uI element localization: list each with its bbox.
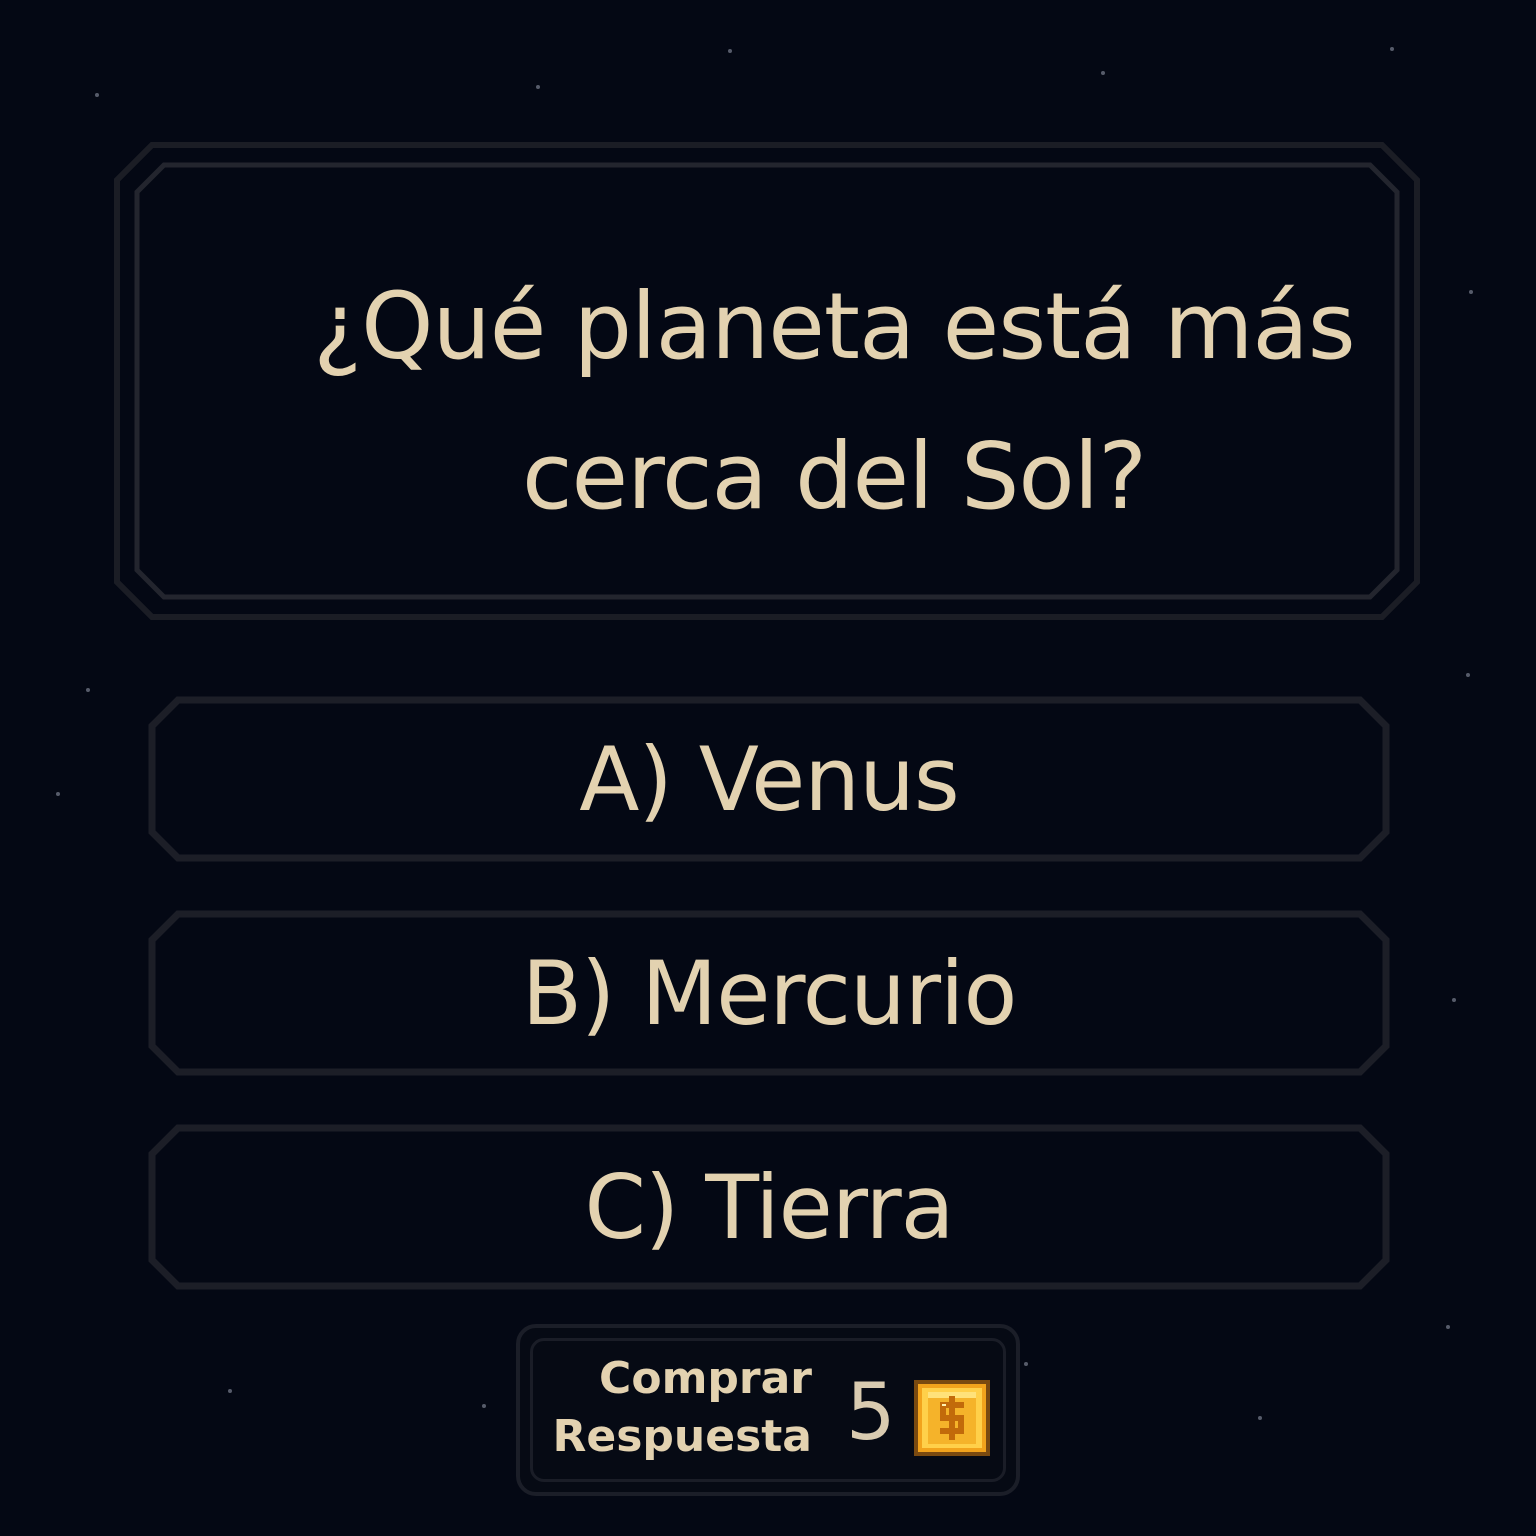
game-screen: ¿Qué planeta está más cerca del Sol? A) … (0, 0, 1536, 1536)
answer-option-a[interactable]: A) Venus (148, 696, 1390, 862)
star (1452, 998, 1456, 1002)
star (228, 1389, 232, 1393)
answer-label: C) Tierra (584, 1155, 954, 1259)
question-text: ¿Qué planeta está más cerca del Sol? (313, 273, 1356, 530)
answer-option-b[interactable]: B) Mercurio (148, 910, 1390, 1076)
question-panel: ¿Qué planeta está más cerca del Sol? (114, 142, 1420, 620)
star (728, 49, 732, 53)
buy-answer-label-line1: Comprar (599, 1353, 812, 1404)
buy-answer-label: Comprar Respuesta (550, 1350, 813, 1466)
star (1101, 71, 1105, 75)
star (1469, 290, 1473, 294)
gold-coin-icon (914, 1380, 990, 1456)
buy-answer-price: 5 (846, 1368, 896, 1458)
answer-option-c[interactable]: C) Tierra (148, 1124, 1390, 1290)
answer-label: B) Mercurio (521, 941, 1018, 1045)
star (1024, 1362, 1028, 1366)
star (56, 792, 60, 796)
star (86, 688, 90, 692)
star (482, 1404, 486, 1408)
buy-answer-button[interactable]: Comprar Respuesta 5 (516, 1324, 1020, 1496)
star (1390, 47, 1394, 51)
star (1258, 1416, 1262, 1420)
buy-answer-label-line2: Respuesta (552, 1411, 813, 1462)
star (1446, 1325, 1450, 1329)
star (1466, 673, 1470, 677)
star (95, 93, 99, 97)
answer-label: A) Venus (579, 727, 959, 831)
star (536, 85, 540, 89)
